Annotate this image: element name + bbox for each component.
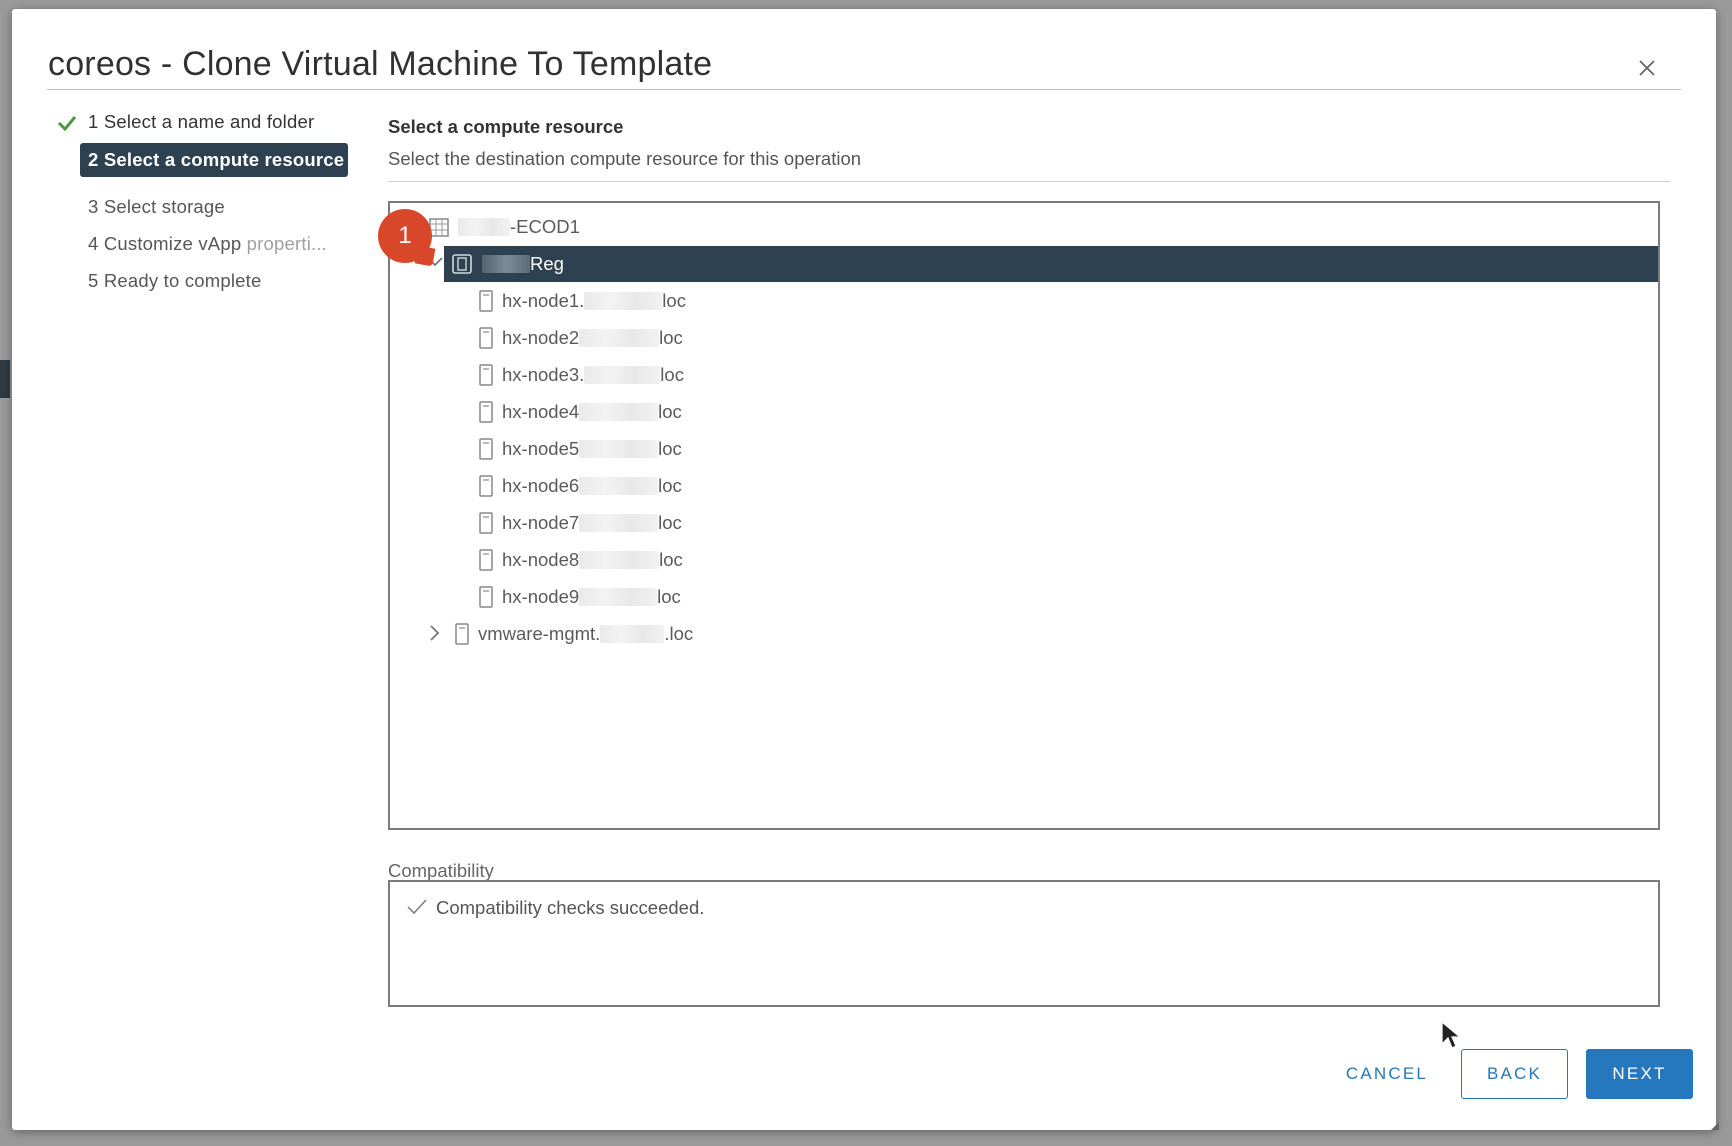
redacted-text: [458, 218, 510, 236]
host-domain-suffix: loc: [657, 586, 681, 607]
resize-handle-icon[interactable]: [1708, 1119, 1720, 1131]
compatibility-label: Compatibility: [388, 860, 494, 881]
host-domain-suffix: loc: [658, 401, 682, 422]
datacenter-label: -ECOD1: [510, 216, 580, 237]
tree-item-host[interactable]: hx-node9 loc: [478, 579, 681, 615]
host-icon: [478, 512, 494, 534]
host-icon: [454, 623, 470, 645]
tree-item-mgmt-host[interactable]: vmware-mgmt. .loc: [454, 616, 693, 652]
tree-item-host[interactable]: hx-node3. loc: [478, 357, 684, 393]
dialog-title: coreos - Clone Virtual Machine To Templa…: [48, 45, 713, 83]
redacted-text: [579, 403, 659, 421]
tree-item-datacenter[interactable]: -ECOD1: [428, 209, 580, 245]
cluster-label: Reg: [530, 253, 564, 274]
host-icon: [478, 475, 494, 497]
chevron-right-icon[interactable]: [428, 624, 442, 647]
host-domain-suffix: loc: [660, 364, 684, 385]
check-icon: [57, 116, 77, 132]
host-name: hx-node7: [502, 512, 580, 533]
next-button[interactable]: NEXT: [1586, 1049, 1693, 1099]
compatibility-panel: Compatibility checks succeeded.: [388, 880, 1660, 1007]
tree-item-host[interactable]: hx-node7 loc: [478, 505, 682, 541]
callout-badge: 1: [378, 209, 432, 263]
mouse-cursor-icon: [1441, 1020, 1462, 1049]
redacted-text: [579, 588, 658, 606]
host-icon: [478, 401, 494, 423]
tree-item-host[interactable]: hx-node2 loc: [478, 320, 683, 356]
host-icon: [478, 364, 494, 386]
host-name: vmware-mgmt.: [478, 623, 601, 644]
tree-item-cluster[interactable]: Reg: [444, 246, 1658, 282]
compute-resource-tree[interactable]: -ECOD1 Reg hx-node1. loc hx-node2 loc hx…: [388, 201, 1660, 830]
host-domain-suffix: loc: [659, 549, 683, 570]
host-icon: [478, 290, 494, 312]
redacted-text: [584, 366, 661, 384]
redacted-text: [600, 625, 665, 643]
host-name: hx-node2: [502, 327, 580, 348]
host-name: hx-node1.: [502, 290, 585, 311]
host-name: hx-node9: [502, 586, 580, 607]
step-5-ready[interactable]: 5 Ready to complete: [88, 270, 261, 292]
host-icon: [478, 327, 494, 349]
step-2-compute-resource[interactable]: 2 Select a compute resource: [80, 143, 349, 177]
tree-item-host[interactable]: hx-node6 loc: [478, 468, 682, 504]
redacted-text: [579, 514, 659, 532]
pane-divider: [388, 181, 1670, 182]
pane-title: Select a compute resource: [388, 116, 624, 137]
redacted-text: [579, 477, 659, 495]
host-icon: [478, 438, 494, 460]
back-button[interactable]: BACK: [1461, 1049, 1568, 1099]
host-name: hx-node8: [502, 549, 580, 570]
host-domain-suffix: loc: [659, 327, 683, 348]
step-4-customize-vapp[interactable]: 4 Customize vApp properti...: [88, 233, 327, 255]
host-domain-suffix: loc: [658, 438, 682, 459]
step-1-name-folder[interactable]: 1 Select a name and folder: [88, 111, 314, 133]
host-domain-suffix: loc: [658, 475, 682, 496]
host-icon: [478, 549, 494, 571]
host-icon: [478, 586, 494, 608]
host-domain-suffix: .loc: [664, 623, 694, 644]
cluster-icon: [450, 253, 474, 275]
pane-subtitle: Select the destination compute resource …: [388, 148, 862, 169]
compatibility-message: Compatibility checks succeeded.: [436, 897, 705, 918]
host-domain-suffix: loc: [658, 512, 682, 533]
step-3-storage[interactable]: 3 Select storage: [88, 196, 225, 218]
tree-item-host[interactable]: hx-node1. loc: [478, 283, 686, 319]
title-divider: [47, 89, 1681, 90]
redacted-text: [579, 551, 660, 569]
redacted-text: [579, 440, 659, 458]
host-domain-suffix: loc: [662, 290, 686, 311]
check-icon: [407, 899, 427, 915]
redacted-text: [579, 329, 660, 347]
redacted-text: [482, 255, 530, 273]
close-icon[interactable]: [1632, 53, 1662, 83]
background-app-edge: [0, 360, 10, 398]
tree-item-host[interactable]: hx-node4 loc: [478, 394, 682, 430]
tree-item-host[interactable]: hx-node8 loc: [478, 542, 683, 578]
host-name: hx-node5: [502, 438, 580, 459]
tree-item-host[interactable]: hx-node5 loc: [478, 431, 682, 467]
host-name: hx-node3.: [502, 364, 585, 385]
host-name: hx-node6: [502, 475, 580, 496]
redacted-text: [584, 292, 663, 310]
cancel-button[interactable]: CANCEL: [1322, 1049, 1452, 1099]
host-name: hx-node4: [502, 401, 580, 422]
clone-vm-dialog: coreos - Clone Virtual Machine To Templa…: [12, 9, 1719, 1130]
